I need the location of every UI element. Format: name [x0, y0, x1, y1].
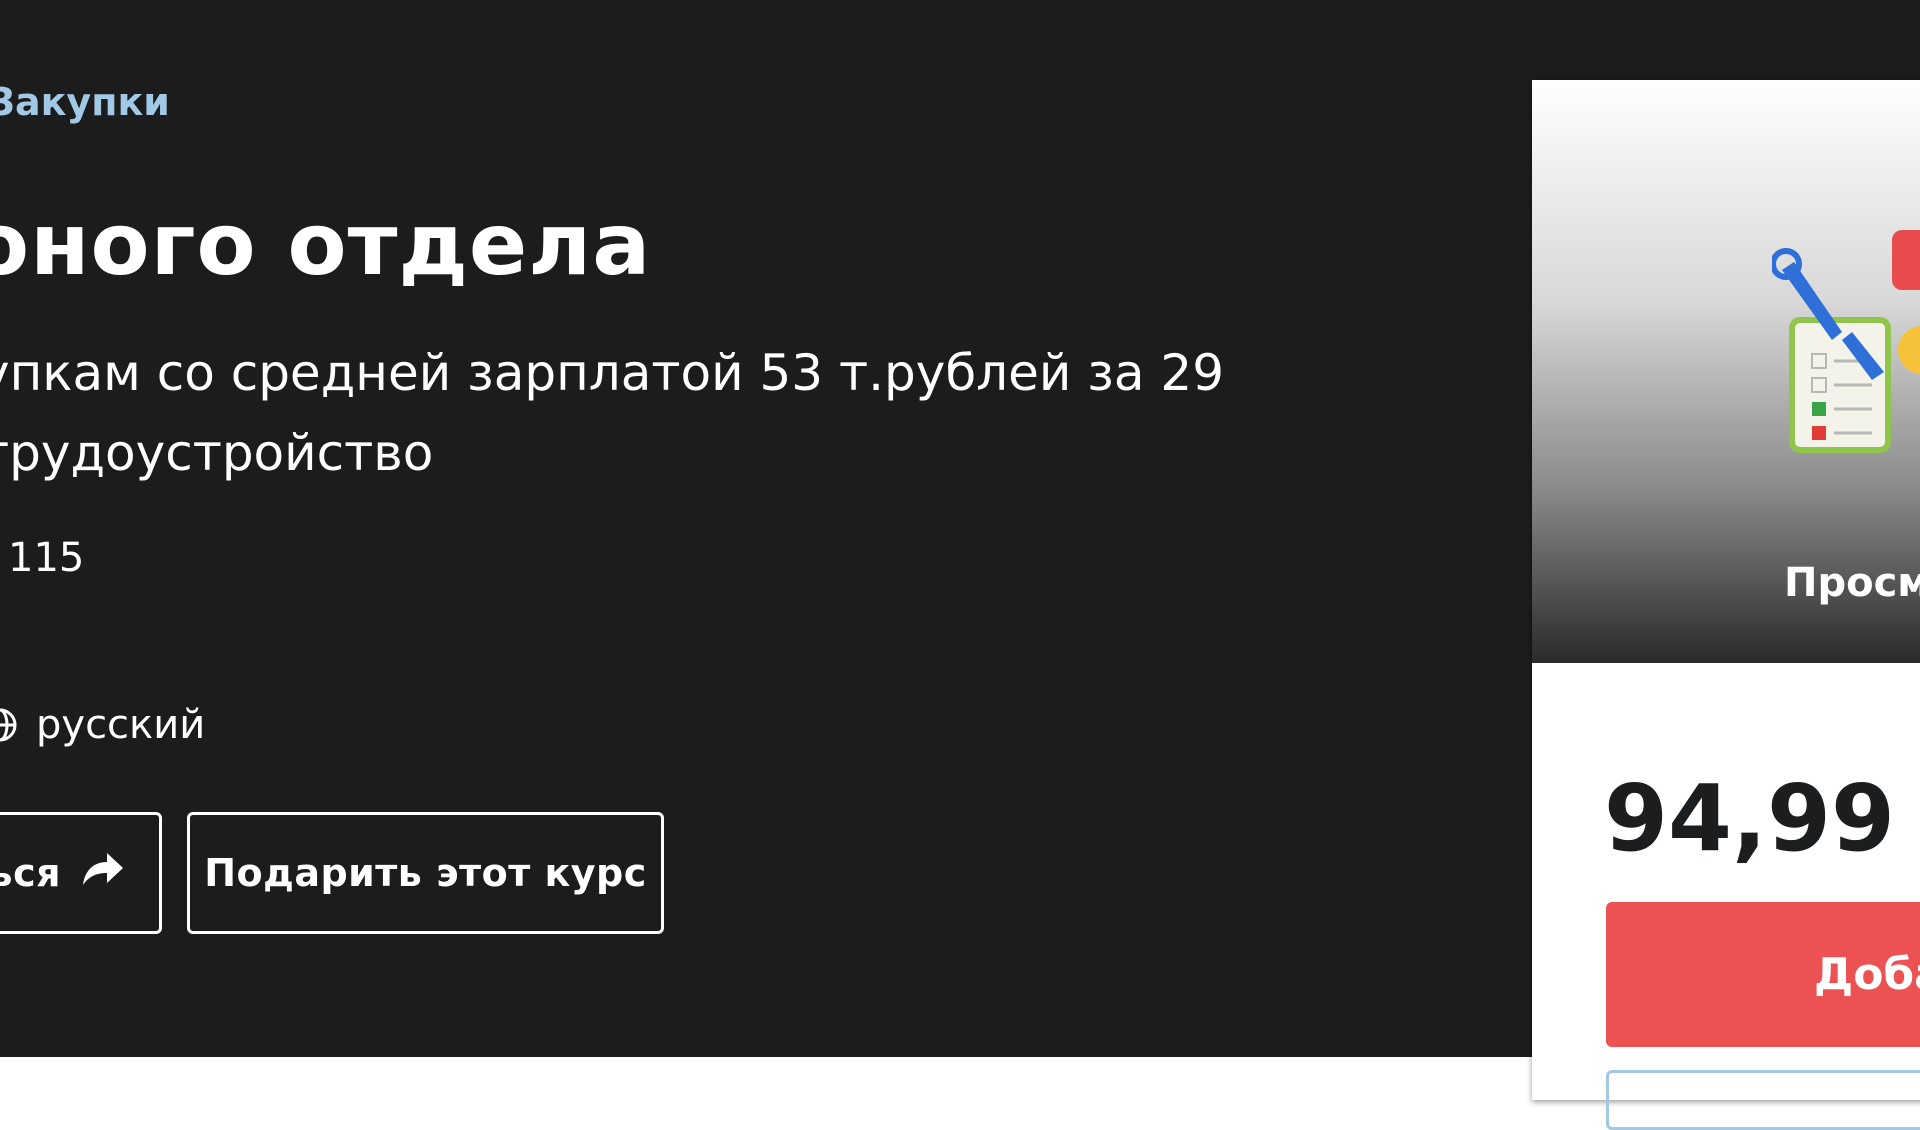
subtitle-line-1: упкам со средней зарплатой 53 т.рублей з… [0, 344, 1225, 402]
breadcrumb-link[interactable]: Закупки [0, 80, 170, 124]
share-button[interactable]: ься [0, 812, 162, 934]
subtitle-line-2: трудоустройство [0, 424, 434, 482]
globe-icon [0, 707, 18, 743]
purchase-card: Просм 94,99 $ Доба [1532, 80, 1920, 1130]
course-subtitle: упкам со средней зарплатой 53 т.рублей з… [0, 333, 1224, 493]
buy-now-button[interactable] [1606, 1070, 1920, 1130]
gift-course-button[interactable]: Подарить этот курс [187, 812, 664, 934]
share-button-label: ься [0, 851, 61, 895]
language-label: русский [36, 702, 206, 748]
share-arrow-icon [79, 849, 125, 898]
rating-count: 115 [8, 535, 85, 581]
preview-illustration [1772, 230, 1920, 453]
language-row: русский [0, 702, 205, 748]
course-preview[interactable]: Просм [1532, 80, 1920, 663]
course-title: оного отдела [0, 195, 652, 295]
preview-label: Просм [1784, 560, 1920, 606]
add-to-cart-button[interactable]: Доба [1606, 902, 1920, 1047]
price: 94,99 $ [1604, 765, 1920, 872]
